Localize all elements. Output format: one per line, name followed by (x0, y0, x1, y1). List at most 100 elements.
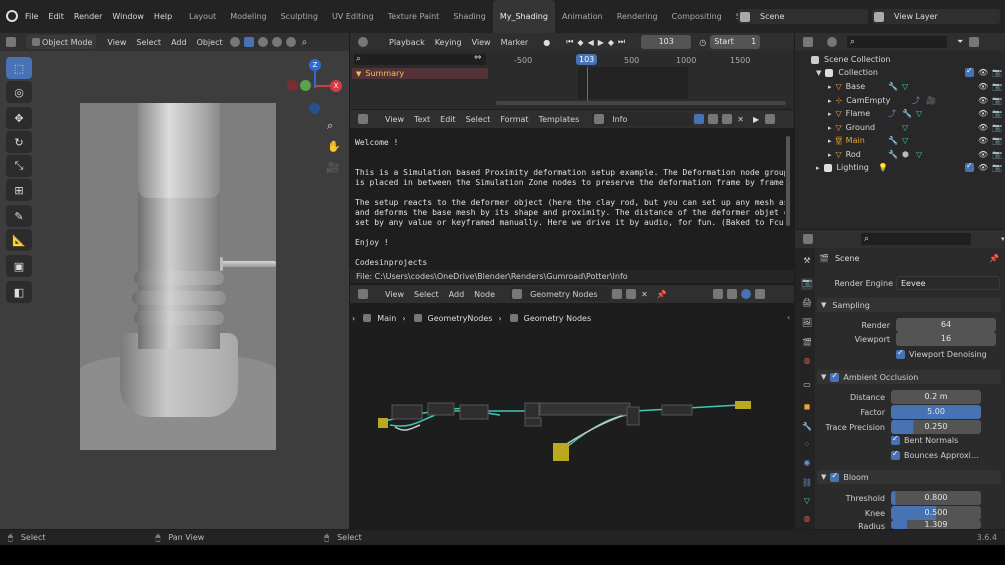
outliner-item-main[interactable]: ▸ ▽ Main 🔧 ▽ 👁 📷 (808, 134, 1005, 147)
ao-enable-checkbox[interactable] (830, 371, 840, 382)
node-overlay-icon[interactable] (740, 289, 751, 299)
modifier-tab-icon[interactable]: 🔧 (801, 422, 813, 434)
constraints-tab-icon[interactable]: ⛓ (801, 478, 813, 490)
visibility-eye-icon[interactable]: 👁 (978, 150, 988, 159)
new-collection-icon[interactable] (969, 37, 980, 47)
node-box[interactable] (391, 404, 423, 420)
node-parent-icon[interactable] (712, 289, 723, 299)
visibility-eye-icon[interactable]: 👁 (978, 163, 988, 172)
editor-type-icon[interactable] (6, 37, 16, 47)
node-gizmo-icon[interactable] (754, 289, 765, 299)
bloom-threshold-field[interactable]: 0.800 (891, 491, 981, 505)
tool-tab-icon[interactable]: ⚒ (801, 256, 813, 268)
add-cube-tool[interactable]: ▣ (6, 255, 32, 277)
node-menu-view[interactable]: View (380, 290, 409, 299)
scale-tool[interactable]: ⤡ (6, 155, 32, 177)
viewport-3d[interactable]: Object Mode View Select Add Object ⌕ ⬚ ◎… (0, 33, 349, 529)
text-menu-view[interactable]: View (380, 115, 409, 124)
tab-shading[interactable]: Shading (446, 0, 493, 33)
physics-tab-icon[interactable]: ◉ (801, 458, 813, 470)
swap-icon[interactable]: ⇔ (474, 53, 482, 63)
expand-arrow-icon[interactable]: ▸ (828, 83, 832, 91)
sampling-render-field[interactable]: 64 (896, 318, 996, 332)
visibility-eye-icon[interactable]: 👁 (978, 68, 988, 77)
viewport-menu-object[interactable]: Object (192, 38, 228, 47)
measure-tool[interactable]: 📐 (6, 229, 32, 251)
text-menu-format[interactable]: Format (495, 115, 533, 124)
render-camera-icon[interactable]: 📷 (992, 96, 1002, 105)
blender-logo-icon[interactable] (6, 10, 18, 22)
text-menu-edit[interactable]: Edit (435, 115, 461, 124)
timeline-editor-type-icon[interactable] (358, 37, 368, 47)
jump-start-icon[interactable]: ⏮ (566, 37, 573, 47)
jump-end-icon[interactable]: ⏭ (618, 37, 625, 47)
modifier-wrench-icon[interactable]: 🔧 (888, 82, 898, 91)
fake-user-icon[interactable] (694, 114, 705, 124)
node-menu-node[interactable]: Node (469, 290, 500, 299)
tab-layout[interactable]: Layout (182, 0, 223, 33)
timeline-ruler[interactable]: -500 0 103 500 1000 1500 (490, 53, 794, 67)
transform-tool[interactable]: ⊞ (6, 179, 32, 201)
viewport-menu-add[interactable]: Add (166, 38, 192, 47)
node-box[interactable] (626, 406, 640, 426)
gizmo-x-axis[interactable]: X (330, 80, 342, 92)
start-frame-field[interactable]: Start 1 (710, 35, 761, 49)
render-camera-icon[interactable]: 📷 (992, 150, 1002, 159)
timeline-menu-marker[interactable]: Marker (496, 38, 534, 47)
expand-arrow-icon[interactable]: ▸ (816, 164, 820, 172)
render-camera-icon[interactable]: 📷 (992, 82, 1002, 91)
ao-panel-header[interactable]: ▼ Ambient Occlusion (817, 370, 1001, 384)
shading-wire-icon[interactable] (229, 37, 240, 47)
group-input-node[interactable] (378, 418, 388, 428)
node-box[interactable] (524, 417, 542, 427)
text-datablock-selector[interactable]: Info (592, 112, 693, 126)
tab-animation[interactable]: Animation (555, 0, 610, 33)
modifier-wrench-icon[interactable]: 🔧 (888, 136, 898, 145)
mesh-data-icon[interactable]: ▽ (916, 150, 922, 159)
properties-type-icon[interactable] (803, 234, 813, 244)
node-duplicate-icon[interactable] (626, 289, 637, 299)
tab-sculpting[interactable]: Sculpting (274, 0, 325, 33)
render-camera-icon[interactable]: 📷 (992, 123, 1002, 132)
material-icon[interactable]: ⬢ (902, 150, 909, 159)
timeline-search[interactable] (354, 54, 486, 65)
outliner-item-camempty[interactable]: ▸ ⊹ CamEmpty ⤴ 🎥 👁 📷 (808, 94, 1005, 107)
bloom-knee-field[interactable]: 0.500 (891, 506, 981, 520)
properties-search[interactable]: ⌕ (861, 233, 971, 245)
child-object-icon[interactable]: 🎥 (926, 96, 936, 105)
select-box-tool[interactable]: ⬚ (6, 57, 32, 79)
mesh-data-icon[interactable]: ▽ (902, 136, 908, 145)
breadcrumb-group[interactable]: Geometry Nodes (524, 314, 591, 323)
menu-window[interactable]: Window (107, 12, 149, 21)
node-box[interactable] (524, 402, 540, 420)
visibility-eye-icon[interactable]: 👁 (978, 96, 988, 105)
bent-normals-checkbox[interactable]: Bent Normals (891, 434, 958, 445)
node-box[interactable] (459, 404, 489, 420)
pin-icon[interactable]: 📌 (657, 290, 667, 299)
ao-factor-field[interactable]: 5.00 (891, 405, 981, 419)
outliner-type-icon[interactable] (803, 37, 813, 47)
tab-rendering[interactable]: Rendering (610, 0, 665, 33)
prev-key-icon[interactable]: ◆ (577, 38, 583, 47)
mode-dropdown[interactable]: Object Mode (26, 35, 97, 49)
object-tab-icon[interactable]: ◼ (801, 402, 813, 414)
node-tree-selector[interactable]: Geometry Nodes (510, 287, 611, 301)
menu-edit[interactable]: Edit (43, 12, 69, 21)
node-menu-add[interactable]: Add (444, 290, 470, 299)
text-editor-type-icon[interactable] (358, 114, 368, 124)
bounces-approx-checkbox[interactable]: Bounces Approxi... (891, 449, 979, 460)
particles-tab-icon[interactable]: ⁘ (801, 440, 813, 452)
attribute-node[interactable] (553, 443, 569, 461)
cursor-tool[interactable]: ◎ (6, 81, 32, 103)
node-editor[interactable]: View Select Add Node Geometry Nodes ✕ 📌 … (350, 285, 794, 529)
mesh-data-icon[interactable]: ▽ (916, 109, 922, 118)
breadcrumb-main[interactable]: Main (377, 314, 396, 323)
visibility-eye-icon[interactable]: 👁 (978, 109, 988, 118)
render-tab-icon[interactable]: 📷 (801, 278, 813, 290)
tab-modeling[interactable]: Modeling (223, 0, 273, 33)
text-options-icon[interactable] (765, 114, 776, 124)
group-output-node[interactable] (735, 401, 751, 409)
scene-collection-row[interactable]: Scene Collection (808, 53, 1005, 66)
modifier-wrench-icon[interactable]: 🔧 (888, 150, 898, 159)
bloom-panel-header[interactable]: ▼ Bloom (817, 470, 1001, 484)
